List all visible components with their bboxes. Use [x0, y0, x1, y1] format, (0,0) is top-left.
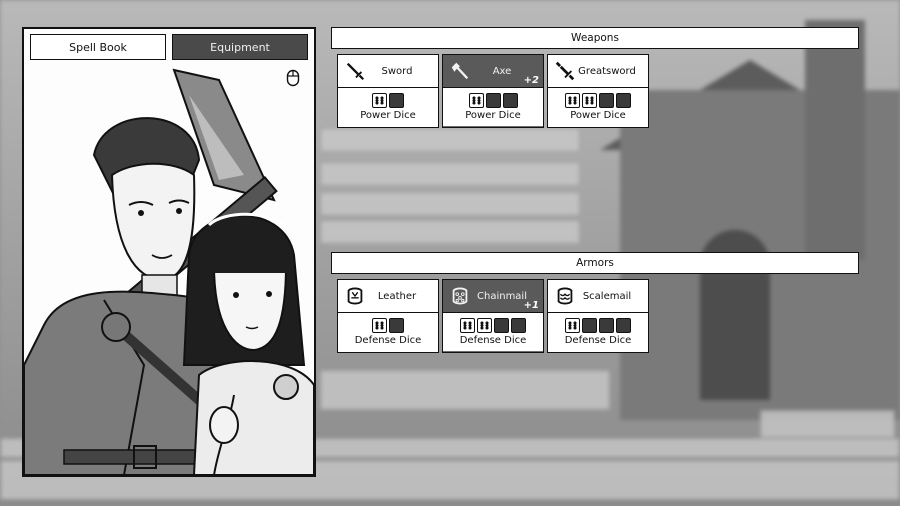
dice-label: Power Dice [570, 110, 626, 121]
die-slot-empty-icon [485, 93, 501, 108]
dice-row [372, 318, 404, 333]
leather-armor-icon [347, 287, 363, 305]
weapon-card-axe[interactable]: Axe +2 Power Dice [442, 54, 544, 128]
die-filled-icon [565, 318, 580, 333]
dice-label: Defense Dice [459, 335, 527, 346]
armor-dice-panel: Defense Dice [443, 313, 543, 351]
sword-icon [346, 62, 365, 81]
armor-card-chainmail[interactable]: Chainmail +1 Defense Dice [442, 279, 544, 353]
background-panel [760, 410, 895, 438]
weapon-dice-panel: Power Dice [443, 88, 543, 126]
tab-bar: Spell Book Equipment [30, 34, 308, 60]
armor-dice-panel: Defense Dice [338, 313, 438, 351]
die-slot-empty-icon [582, 318, 597, 333]
die-slot-empty-icon [616, 93, 631, 108]
weapons-list: Sword Power Dice Axe +2 Power Dice Greatsword… [337, 54, 649, 128]
die-slot-empty-icon [511, 318, 526, 333]
background-panel [320, 370, 610, 410]
weapon-card-header: Greatsword [548, 55, 648, 88]
die-filled-icon [582, 93, 597, 108]
background-panel [320, 220, 580, 244]
armor-card-scalemail[interactable]: Scalemail Defense Dice [547, 279, 649, 353]
armor-dice-panel: Defense Dice [548, 313, 648, 351]
dice-label: Power Dice [465, 110, 521, 121]
weapon-card-header: Sword [338, 55, 438, 88]
weapons-title: Weapons [571, 32, 619, 44]
greatsword-icon [555, 61, 575, 81]
armor-card-header: Chainmail +1 [443, 280, 543, 313]
dice-label: Power Dice [360, 110, 416, 121]
armor-name: Scalemail [582, 290, 632, 302]
weapon-dice-panel: Power Dice [338, 88, 438, 126]
armors-list: Leather Defense Dice Chainmail +1 Defense Di… [337, 279, 649, 353]
armor-card-leather[interactable]: Leather Defense Dice [337, 279, 439, 353]
upgrade-badge: +1 [523, 300, 539, 311]
dice-label: Defense Dice [564, 335, 632, 346]
armor-name: Leather [377, 290, 417, 302]
weapon-card-header: Axe +2 [443, 55, 543, 88]
die-slot-empty-icon [616, 318, 631, 333]
die-filled-icon [460, 318, 475, 333]
weapons-header: Weapons [331, 27, 859, 49]
die-filled-icon [468, 93, 484, 108]
character-portrait [24, 68, 314, 475]
weapon-name: Greatsword [578, 65, 636, 77]
armors-header: Armors [331, 252, 859, 274]
die-slot-empty-icon [599, 318, 614, 333]
upgrade-badge: +2 [523, 75, 539, 86]
dice-row [372, 93, 404, 108]
weapon-card-greatsword[interactable]: Greatsword Power Dice [547, 54, 649, 128]
tab-equipment[interactable]: Equipment [172, 34, 308, 60]
background-panel [320, 162, 580, 186]
axe-icon [451, 62, 469, 80]
background-panel [320, 192, 580, 216]
die-slot-empty-icon [389, 93, 404, 108]
weapon-name: Sword [381, 65, 413, 77]
die-slot-empty-icon [494, 318, 509, 333]
dice-label: Defense Dice [354, 335, 422, 346]
die-slot-empty-icon [599, 93, 614, 108]
die-slot-empty-icon [389, 318, 404, 333]
background-tower [805, 20, 865, 260]
dice-row [565, 318, 631, 333]
background-panel [320, 128, 580, 152]
armor-card-header: Leather [338, 280, 438, 313]
die-filled-icon [565, 93, 580, 108]
die-filled-icon [372, 93, 387, 108]
armors-title: Armors [576, 257, 614, 269]
die-filled-icon [372, 318, 387, 333]
tab-spell-book[interactable]: Spell Book [30, 34, 166, 60]
weapon-card-sword[interactable]: Sword Power Dice [337, 54, 439, 128]
dice-row [468, 93, 518, 108]
chainmail-icon [452, 287, 468, 305]
dice-row [460, 318, 526, 333]
character-card: Spell Book Equipment [22, 27, 316, 477]
die-filled-icon [477, 318, 492, 333]
weapon-dice-panel: Power Dice [548, 88, 648, 126]
armor-card-header: Scalemail [548, 280, 648, 313]
dice-row [565, 93, 631, 108]
scalemail-icon [557, 287, 573, 305]
die-slot-empty-icon [502, 93, 518, 108]
